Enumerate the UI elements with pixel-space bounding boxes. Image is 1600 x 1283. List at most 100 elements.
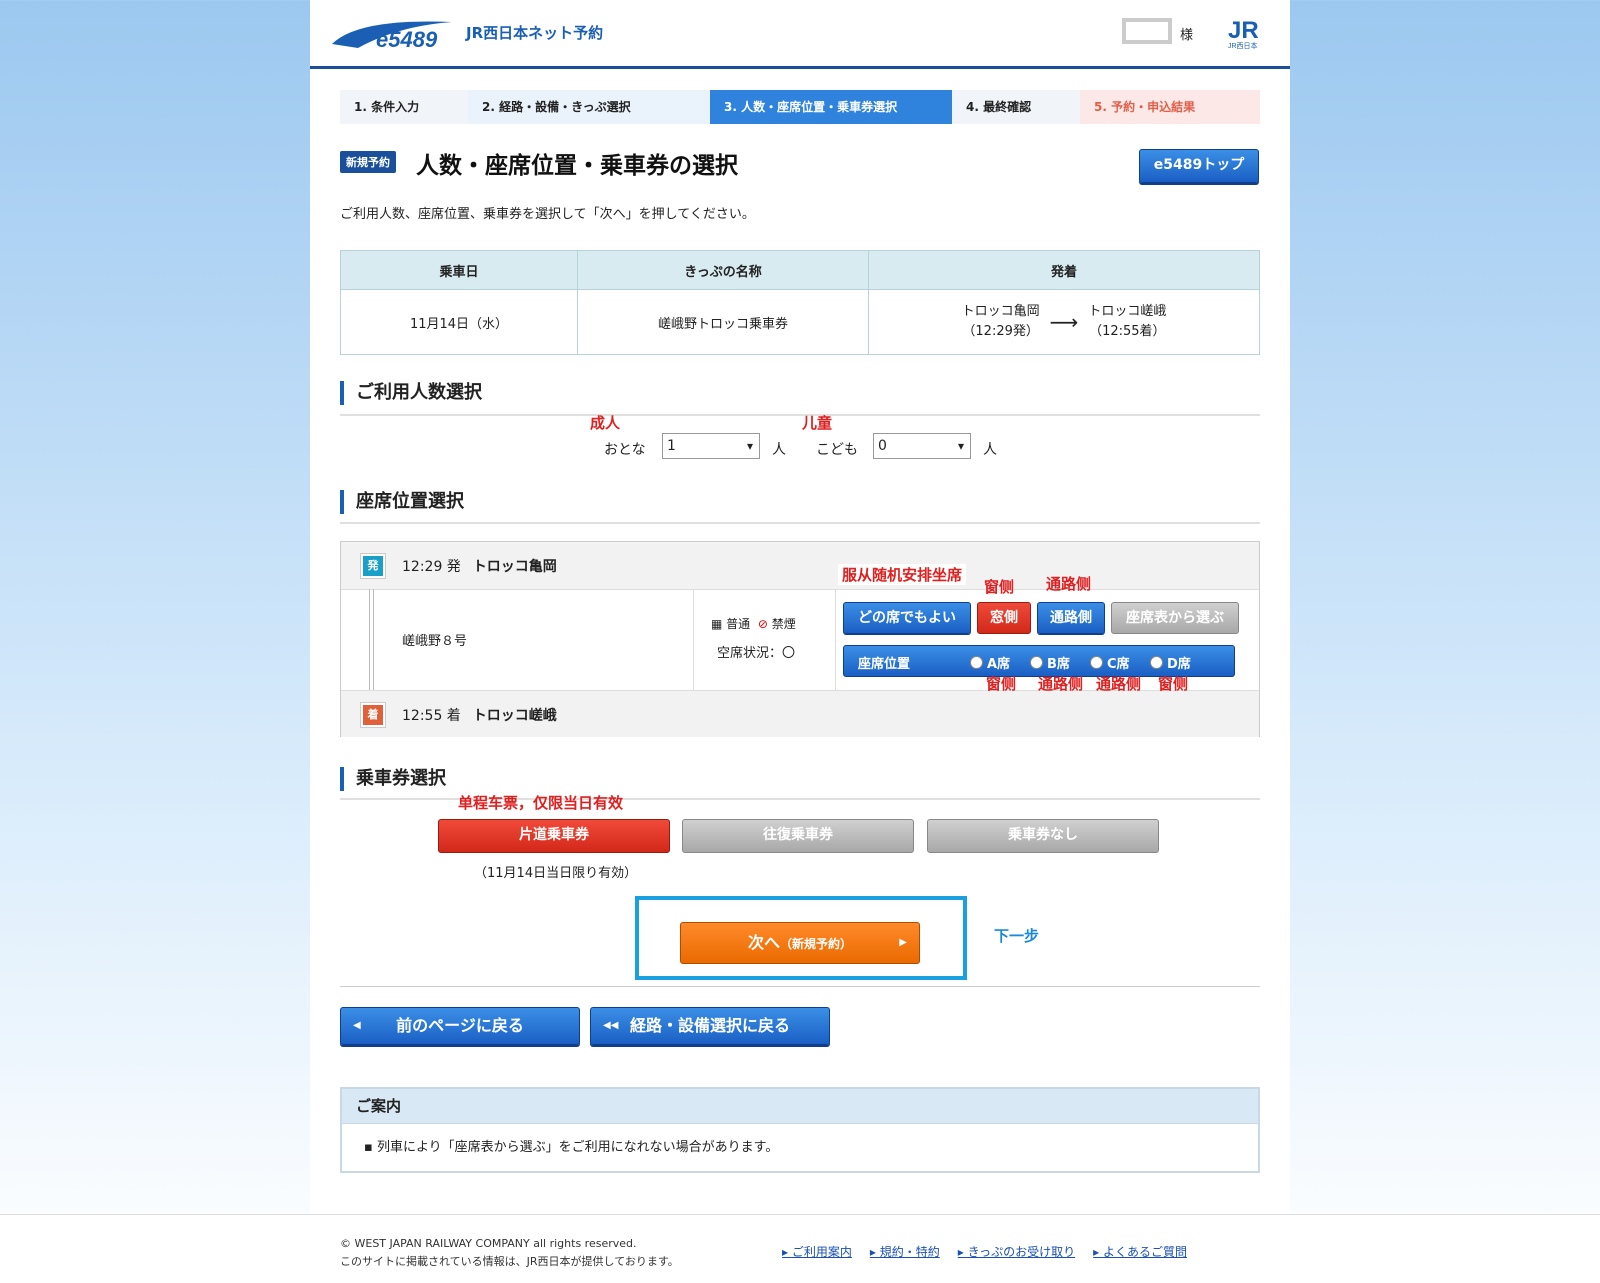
e5489-logo[interactable]: e5489 <box>328 14 456 54</box>
header: e5489 JR西日本ネット予約 様 JR JR西日本 <box>310 0 1290 69</box>
departure-row: 発 12:29 発トロッコ亀岡 <box>341 542 1259 590</box>
new-reservation-badge: 新規予約 <box>340 151 396 173</box>
footer-link-faq[interactable]: よくあるご質問 <box>1093 1243 1187 1260</box>
arrival-info: 12:55 着トロッコ嵯峨 <box>402 705 557 725</box>
page-title: 人数・座席位置・乗車券の選択 <box>416 153 738 179</box>
header-route: 発着 <box>868 250 1260 290</box>
aisle-annotation: 通路侧 <box>1046 575 1092 593</box>
next-button[interactable]: 次へ（新規予約） ▶ <box>680 922 920 964</box>
one-way-ticket-button[interactable]: 片道乗車券 <box>438 819 670 853</box>
departure-info: 12:29 発トロッコ亀岡 <box>402 556 557 576</box>
seat-b-radio[interactable]: B席 <box>1030 653 1070 672</box>
divider <box>693 589 694 690</box>
seat-d-annotation: 窗侧 <box>1158 675 1189 693</box>
people-section-title: ご利用人数選択 <box>340 381 482 405</box>
seat-b-label: B席 <box>1047 657 1070 672</box>
seat-position-label: 座席位置 <box>858 657 911 672</box>
car-type: 普通 <box>726 617 751 631</box>
svg-text:JR: JR <box>1228 17 1259 44</box>
footer-link-terms[interactable]: 規約・特約 <box>870 1243 940 1260</box>
ticket-annotation: 单程车票，仅限当日有效 <box>458 794 624 812</box>
aisle-seat-button[interactable]: 通路側 <box>1037 602 1105 634</box>
footer-links: ご利用案内 規約・特約 きっぷのお受け取り よくあるご質問 <box>782 1243 1187 1260</box>
any-seat-button[interactable]: どの席でもよい <box>843 602 971 634</box>
step-4: 4. 最終確認 <box>952 90 1080 124</box>
footer-link-guide[interactable]: ご利用案内 <box>782 1243 852 1260</box>
random-seat-annotation: 服从随机安排坐席 <box>838 564 967 585</box>
adult-unit: 人 <box>772 442 786 458</box>
step-5: 5. 予約・申込結果 <box>1080 90 1260 124</box>
window-seat-button[interactable]: 窓側 <box>977 602 1031 634</box>
copyright: © WEST JAPAN RAILWAY COMPANY all rights … <box>340 1237 637 1250</box>
vacancy-status: 空席状況：〇 <box>717 642 795 661</box>
arrival-tag-icon: 着 <box>361 703 385 727</box>
divider <box>340 522 1260 524</box>
page: e5489 JR西日本ネット予約 様 JR JR西日本 1. 条件入力 2. 経… <box>310 0 1290 1214</box>
child-count-select[interactable]: 0 <box>873 433 971 459</box>
from-time: （12:29発） <box>962 324 1039 339</box>
radio-icon <box>1150 656 1163 669</box>
jr-west-logo: JR JR西日本 <box>1228 17 1259 50</box>
trip-info-table: 乗車日 きっぷの名称 発着 11月14日（水） 嵯峨野トロッコ乗車券 トロッコ亀… <box>340 250 1260 355</box>
step-3-active: 3. 人数・座席位置・乗車券選択 <box>710 90 952 124</box>
to-time: （12:55着） <box>1089 324 1166 339</box>
back-page-button[interactable]: ◀ 前のページに戻る <box>340 1007 580 1045</box>
route-arrow-icon: ⟶ <box>1049 310 1079 334</box>
child-annotation: 儿童 <box>802 414 833 432</box>
no-ticket-button[interactable]: 乗車券なし <box>927 819 1159 853</box>
play-icon: ▶ <box>899 937 907 948</box>
vacancy-value: 〇 <box>782 646 796 661</box>
divider <box>340 414 1260 416</box>
next-label: 次へ <box>747 933 780 952</box>
child-unit: 人 <box>983 442 997 458</box>
route-line <box>369 589 374 690</box>
seat-section-title: 座席位置選択 <box>340 490 464 514</box>
progress-steps: 1. 条件入力 2. 経路・設備・きっぷ選択 3. 人数・座席位置・乗車券選択 … <box>340 90 1260 124</box>
service-name: JR西日本ネット予約 <box>466 24 604 42</box>
seat-a-radio[interactable]: A席 <box>970 653 1010 672</box>
adult-count-select[interactable]: 1 <box>662 433 760 459</box>
intro-text: ご利用人数、座席位置、乗車券を選択して「次へ」を押してください。 <box>340 207 755 222</box>
ticket-validity: （11月14日当日限り有効） <box>474 866 638 881</box>
arrival-station: トロッコ嵯峨 <box>472 708 557 724</box>
radio-icon <box>1030 656 1043 669</box>
logo-text: e5489 <box>376 27 438 52</box>
route-cell: トロッコ亀岡 （12:29発） ⟶ トロッコ嵯峨 （12:55着） <box>868 289 1260 355</box>
round-trip-ticket-button[interactable]: 往復乗車券 <box>682 819 914 853</box>
seat-a-annotation: 窗侧 <box>986 675 1017 693</box>
user-suffix: 様 <box>1180 28 1194 43</box>
seat-d-radio[interactable]: D席 <box>1150 653 1191 672</box>
to-station: トロッコ嵯峨 <box>1088 304 1167 319</box>
ordinary-car-icon: ▦ <box>711 617 723 631</box>
header-date: 乗車日 <box>340 250 578 290</box>
footer-link-pickup[interactable]: きっぷのお受け取り <box>958 1243 1076 1260</box>
next-annotation: 下一步 <box>994 927 1040 945</box>
vacancy-label: 空席状況： <box>717 646 783 661</box>
departure-tag-icon: 発 <box>361 554 385 578</box>
guide-title: ご案内 <box>342 1089 1258 1124</box>
window-annotation: 窗侧 <box>984 578 1015 596</box>
child-label: こども <box>816 442 858 458</box>
ticket-section-title: 乗車券選択 <box>340 767 446 791</box>
seat-selection-box: 発 12:29 発トロッコ亀岡 嵯峨野８号 ▦ 普通 ⊘ 禁煙 空席状況：〇 ど… <box>340 541 1260 737</box>
ride-date: 11月14日（水） <box>340 289 578 355</box>
guide-text: ▪ 列車により「座席表から選ぶ」をご利用になれない場合があります。 <box>364 1140 779 1155</box>
adult-label: おとな <box>604 442 646 458</box>
footer: © WEST JAPAN RAILWAY COMPANY all rights … <box>0 1214 1600 1283</box>
adult-annotation: 成人 <box>590 414 621 432</box>
departure-time: 12:29 発 <box>402 559 461 575</box>
seat-b-annotation: 通路侧 <box>1038 675 1084 693</box>
arrival-row: 着 12:55 着トロッコ嵯峨 <box>341 690 1259 737</box>
car-info: ▦ 普通 ⊘ 禁煙 <box>711 615 796 632</box>
seat-map-button[interactable]: 座席表から選ぶ <box>1111 602 1239 634</box>
from-station: トロッコ亀岡 <box>961 304 1040 319</box>
smoking-type: 禁煙 <box>771 617 796 631</box>
seat-c-radio[interactable]: C席 <box>1090 653 1130 672</box>
step-1: 1. 条件入力 <box>340 90 468 124</box>
e5489-top-button[interactable]: e5489トップ <box>1139 149 1259 183</box>
next-sub-label: （新規予約） <box>780 937 853 951</box>
header-ticket-name: きっぷの名称 <box>577 250 869 290</box>
back-route-button[interactable]: ◀◀ 経路・設備選択に戻る <box>590 1007 830 1045</box>
step-2: 2. 経路・設備・きっぷ選択 <box>468 90 710 124</box>
radio-icon <box>1090 656 1103 669</box>
